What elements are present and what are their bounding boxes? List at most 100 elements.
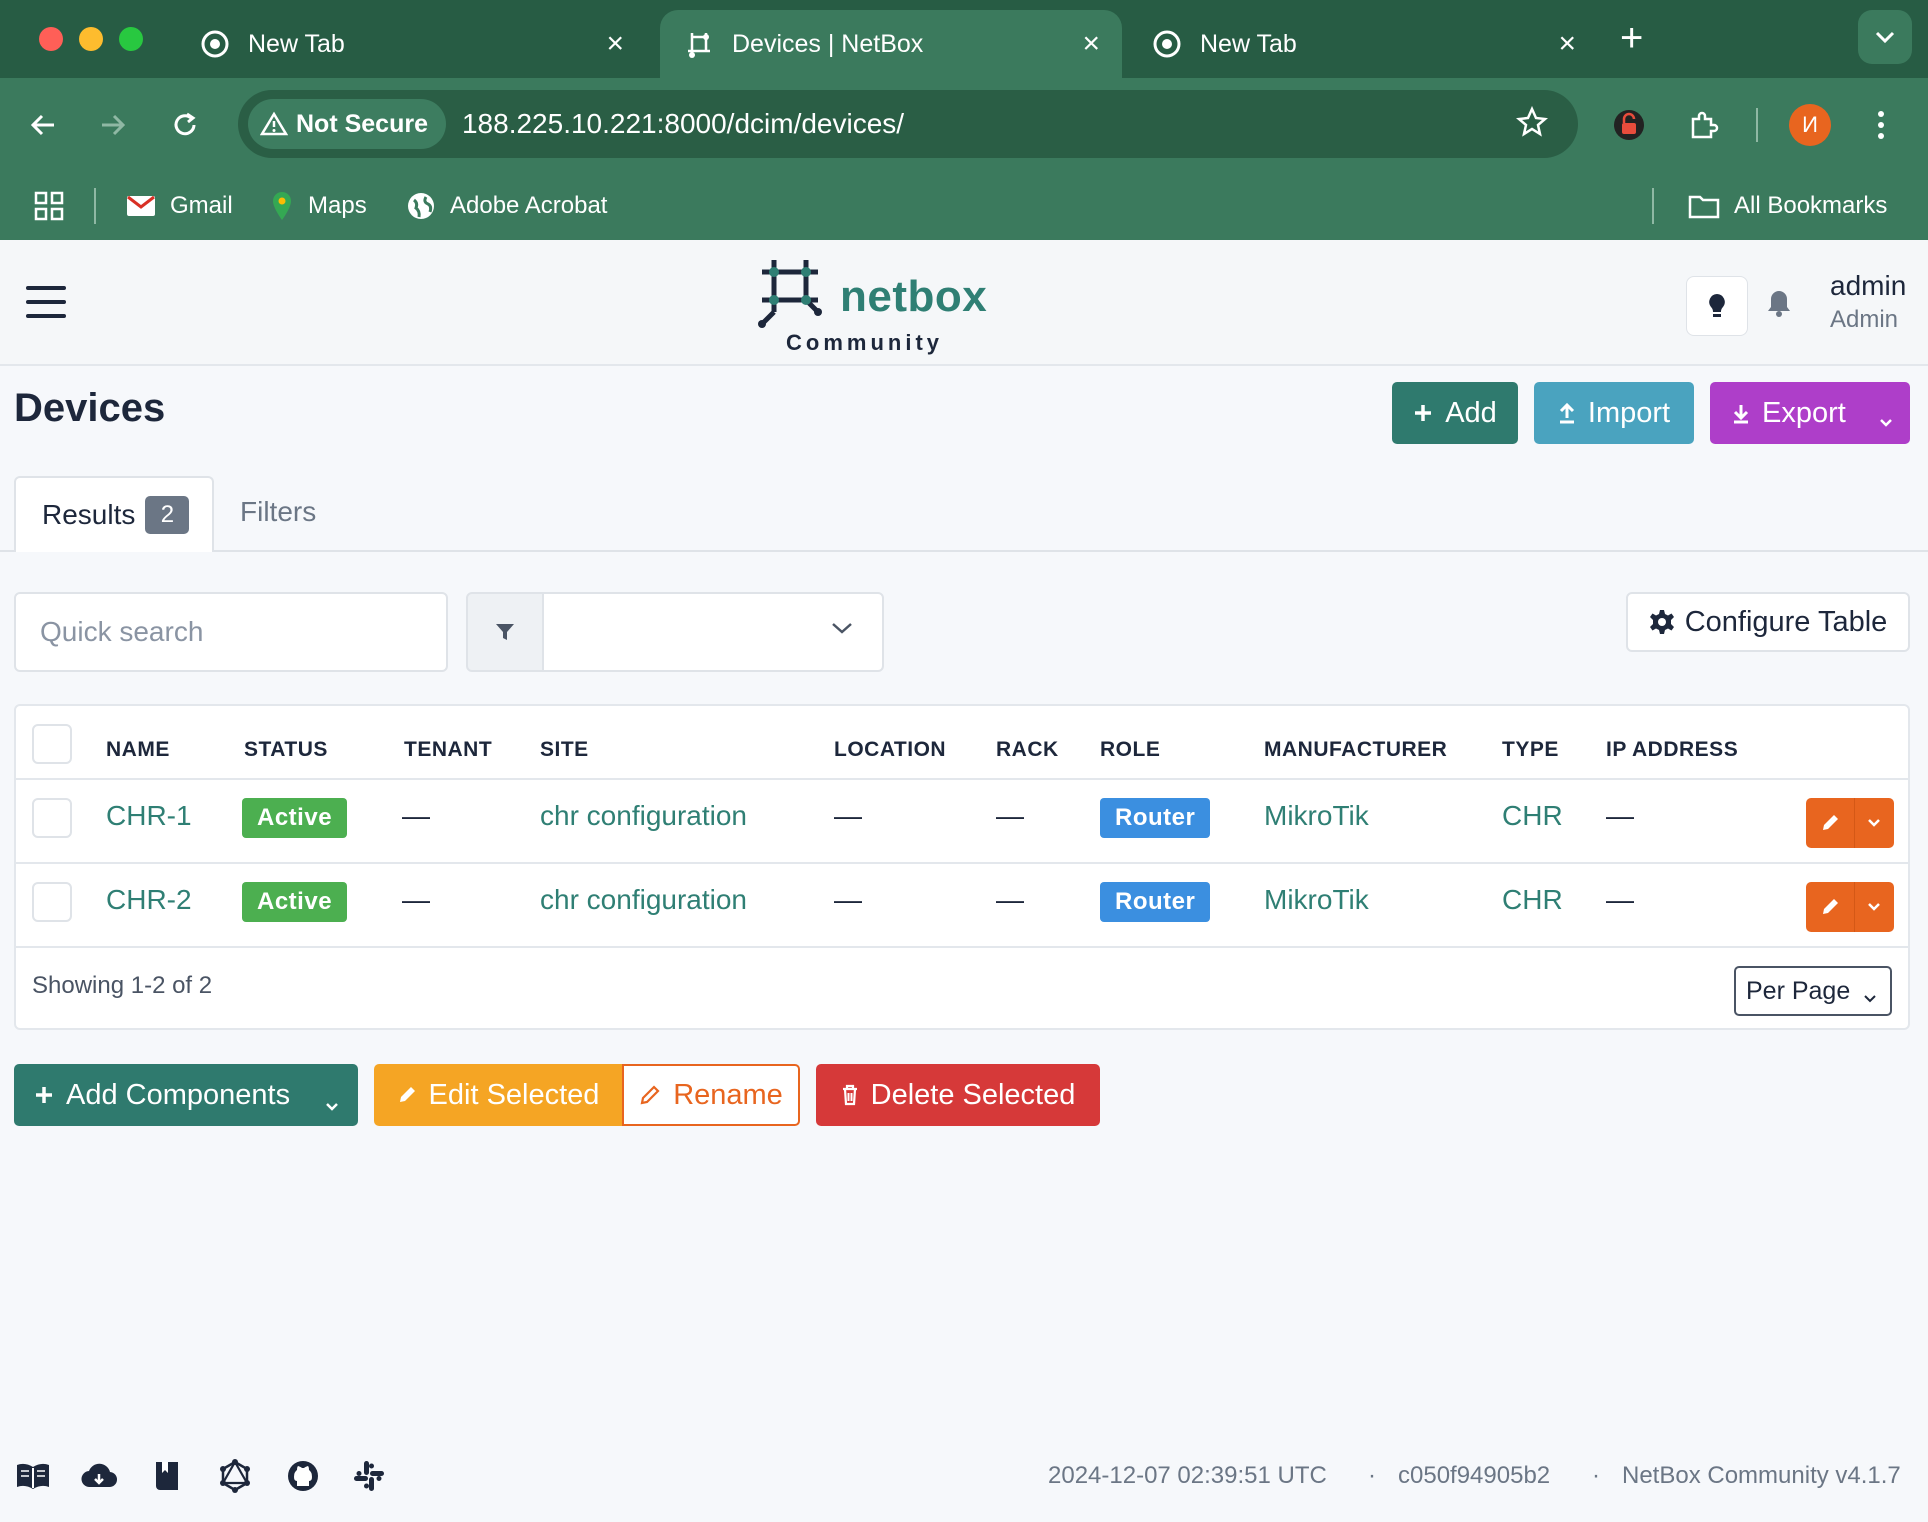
user-role: Admin [1830,306,1899,333]
manufacturer-link[interactable]: MikroTik [1264,800,1369,832]
row-edit-button-group[interactable] [1806,882,1894,932]
warning-icon [260,111,288,136]
site-link[interactable]: chr configuration [540,884,747,916]
profile-button[interactable]: И [1785,100,1835,150]
new-tab-button[interactable]: + [1620,18,1643,58]
status-badge: Active [242,882,348,922]
chevron-down-icon [1875,31,1895,44]
column-header[interactable]: ROLE [1100,738,1160,762]
role-badge[interactable]: Router [1100,798,1211,838]
tab-search-button[interactable] [1858,10,1912,64]
devices-table: NAME STATUS TENANT SITE LOCATION RACK RO… [14,704,1910,1030]
row-checkbox[interactable] [32,798,72,838]
bookmark-star-icon[interactable] [1516,105,1548,143]
edit-selected-button[interactable]: Edit Selected [374,1064,622,1126]
pagination-summary: Showing 1-2 of 2 [32,972,213,999]
bookmark-adobe-acrobat[interactable]: Adobe Acrobat [406,186,607,226]
filter-button[interactable] [466,592,544,672]
device-type-link[interactable]: CHR [1502,800,1563,832]
close-icon[interactable]: × [606,27,624,61]
browser-tab-1[interactable]: New Tab × [176,10,646,78]
column-header[interactable]: NAME [106,738,170,762]
add-components-button[interactable]: Add Components [14,1064,358,1126]
select-all-checkbox[interactable] [32,724,72,764]
tab-filters[interactable]: Filters [240,496,316,528]
url-text[interactable]: 188.225.10.221:8000/dcim/devices/ [462,108,904,140]
rename-button[interactable]: Rename [622,1064,800,1126]
docs-icon[interactable] [14,1458,52,1494]
row-edit-button-group[interactable] [1806,798,1894,848]
column-header[interactable]: LOCATION [834,738,946,762]
book-icon[interactable] [148,1458,186,1494]
chevron-down-icon [830,620,854,641]
manufacturer-link[interactable]: MikroTik [1264,884,1369,916]
device-name-link[interactable]: CHR-2 [106,884,192,916]
slack-icon[interactable] [350,1458,388,1494]
maximize-window-button[interactable] [119,27,143,51]
column-header[interactable]: TYPE [1502,738,1559,762]
tab-strip: New Tab × Devices | NetBox × New Tab × + [0,0,1928,78]
per-page-select[interactable]: Per Page [1734,966,1892,1016]
bookmark-gmail[interactable]: Gmail [126,186,233,226]
close-icon[interactable]: × [1082,27,1100,61]
rack-cell: — [996,884,1024,915]
column-header[interactable]: STATUS [244,738,328,762]
security-indicator[interactable]: Not Secure [248,99,446,149]
extensions-button[interactable] [1678,100,1728,150]
back-button[interactable] [18,100,68,150]
row-divider [16,778,1908,780]
theme-toggle-button[interactable] [1686,276,1748,336]
netbox-logo[interactable]: netbox Community [756,254,996,355]
column-header[interactable]: RACK [996,738,1059,762]
site-link[interactable]: chr configuration [540,800,747,832]
device-name-link[interactable]: CHR-1 [106,800,192,832]
column-header[interactable]: SITE [540,738,589,762]
add-button[interactable]: Add [1392,382,1518,444]
column-header[interactable]: IP ADDRESS [1606,738,1738,762]
quick-search-input[interactable] [14,592,448,672]
github-icon[interactable] [284,1458,322,1494]
row-divider [16,862,1908,864]
browser-menu-button[interactable] [1856,100,1906,150]
reload-button[interactable] [160,100,210,150]
column-header[interactable]: MANUFACTURER [1264,738,1447,762]
extension-lock-button[interactable] [1604,100,1654,150]
api-icon[interactable] [80,1458,118,1494]
tab-results[interactable]: Results 2 [14,476,214,552]
chevron-down-icon[interactable] [1855,818,1893,828]
delete-selected-button[interactable]: Delete Selected [816,1064,1100,1126]
configure-table-button[interactable]: Configure Table [1626,592,1910,652]
results-count-badge: 2 [145,496,190,534]
minimize-window-button[interactable] [79,27,103,51]
graphql-icon[interactable] [216,1458,254,1494]
export-button[interactable]: Export [1710,382,1910,444]
forward-button[interactable] [88,100,138,150]
row-checkbox[interactable] [32,882,72,922]
import-button[interactable]: Import [1534,382,1694,444]
column-header[interactable]: TENANT [404,738,492,762]
import-label: Import [1587,396,1671,429]
apps-button[interactable] [34,186,64,226]
browser-tab-3[interactable]: New Tab × [1128,10,1598,78]
address-bar[interactable]: Not Secure 188.225.10.221:8000/dcim/devi… [238,90,1578,158]
tab-title: Devices | NetBox [732,29,924,58]
pencil-icon[interactable] [1806,897,1854,917]
filter-select[interactable] [542,592,884,672]
hamburger-menu-icon[interactable] [26,286,66,318]
device-type-link[interactable]: CHR [1502,884,1563,916]
chrome-icon [200,29,230,59]
user-name[interactable]: admin [1830,270,1906,302]
bell-icon[interactable] [1766,288,1792,323]
role-badge[interactable]: Router [1100,882,1211,922]
tab-title: New Tab [248,29,345,58]
close-window-button[interactable] [39,27,63,51]
chevron-down-icon[interactable] [1855,902,1893,912]
close-icon[interactable]: × [1558,27,1576,61]
bookmark-label: Gmail [170,192,233,219]
all-bookmarks-button[interactable]: All Bookmarks [1688,186,1887,226]
bookmark-maps[interactable]: Maps [270,186,367,226]
pencil-icon[interactable] [1806,813,1854,833]
plus-icon [1413,403,1433,423]
browser-tab-2[interactable]: Devices | NetBox × [660,10,1122,78]
configure-table-label: Configure Table [1684,605,1888,638]
